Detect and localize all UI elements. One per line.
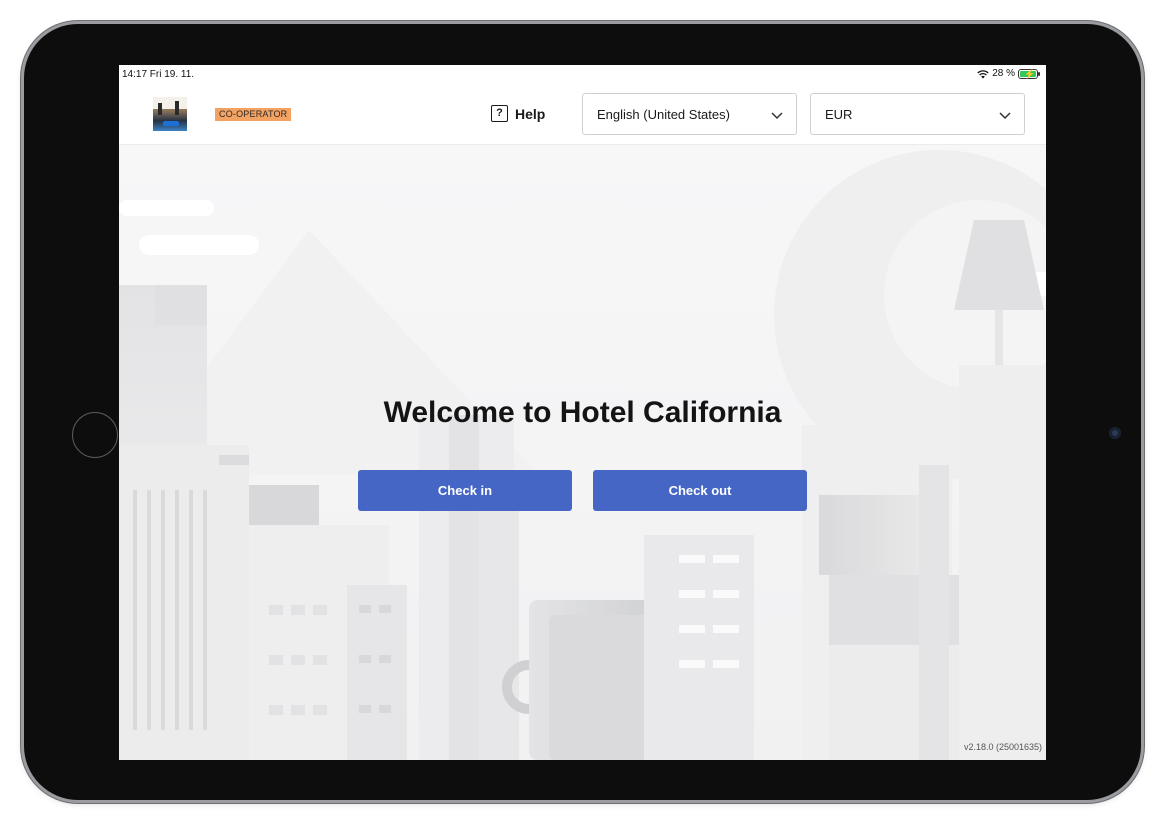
app-header: CO-OPERATOR ? Help English (United State…: [119, 85, 1046, 145]
status-bar: 14:17 Fri 19. 11. 28 % ⚡: [119, 65, 1046, 85]
version-label: v2.18.0 (25001635): [963, 742, 1042, 752]
role-badge: CO-OPERATOR: [215, 108, 292, 121]
battery-percent: 28 %: [992, 68, 1015, 79]
help-label: Help: [515, 105, 546, 122]
chevron-down-icon: [999, 112, 1011, 120]
battery-charging-icon: ⚡: [1018, 68, 1040, 79]
city-background-illustration: [119, 145, 1046, 760]
check-out-button[interactable]: Check out: [593, 470, 807, 511]
help-button[interactable]: ? Help: [491, 105, 545, 122]
wifi-icon: [977, 69, 989, 78]
check-in-button[interactable]: Check in: [358, 470, 572, 511]
language-select[interactable]: English (United States): [582, 93, 797, 135]
chevron-down-icon: [771, 112, 783, 120]
status-time: 14:17 Fri 19. 11.: [122, 69, 195, 80]
front-camera: [1109, 427, 1121, 439]
hotel-logo[interactable]: [153, 97, 187, 131]
language-select-value: English (United States): [597, 107, 730, 122]
question-icon: ?: [491, 105, 508, 122]
currency-select-value: EUR: [825, 107, 853, 122]
status-indicators: 28 % ⚡: [977, 68, 1040, 79]
app-screen: 14:17 Fri 19. 11. 28 % ⚡ CO-OPERATOR ? H…: [119, 65, 1046, 760]
welcome-title: Welcome to Hotel California: [383, 396, 782, 429]
home-button[interactable]: [72, 412, 118, 458]
currency-select[interactable]: EUR: [810, 93, 1025, 135]
